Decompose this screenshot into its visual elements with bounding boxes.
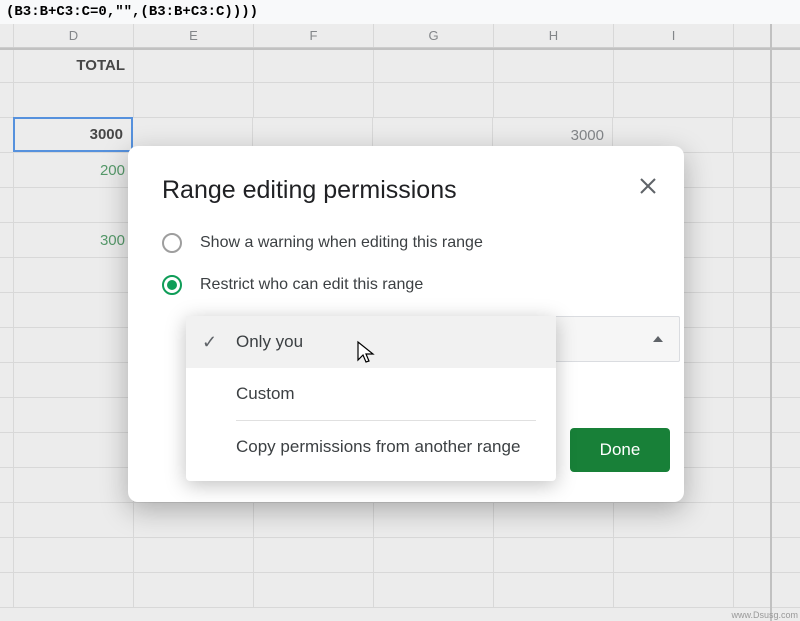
dropdown-label: Custom [236,384,295,404]
dropdown-label: Only you [236,332,303,352]
dropdown-item-copy[interactable]: Copy permissions from another range [186,421,556,473]
radio-unchecked-icon [162,233,182,253]
dialog-title: Range editing permissions [162,176,658,205]
done-button[interactable]: Done [570,428,670,472]
formula-bar[interactable]: (B3:B+C3:C=0,"",(B3:B+C3:C)))) [0,0,800,24]
close-button[interactable] [634,172,662,200]
close-icon [639,177,657,195]
option-restrict[interactable]: Restrict who can edit this range [162,275,658,295]
dropdown-item-custom[interactable]: Custom [186,368,556,420]
pointer-cursor-icon [355,340,377,372]
watermark: www.Dsusg.com [731,610,798,620]
radio-checked-icon [162,275,182,295]
option-label: Restrict who can edit this range [200,276,423,294]
chevron-up-icon [653,336,663,342]
option-show-warning[interactable]: Show a warning when editing this range [162,233,658,253]
check-icon: ✓ [202,332,217,353]
dropdown-label: Copy permissions from another range [236,437,520,457]
option-label: Show a warning when editing this range [200,234,483,252]
